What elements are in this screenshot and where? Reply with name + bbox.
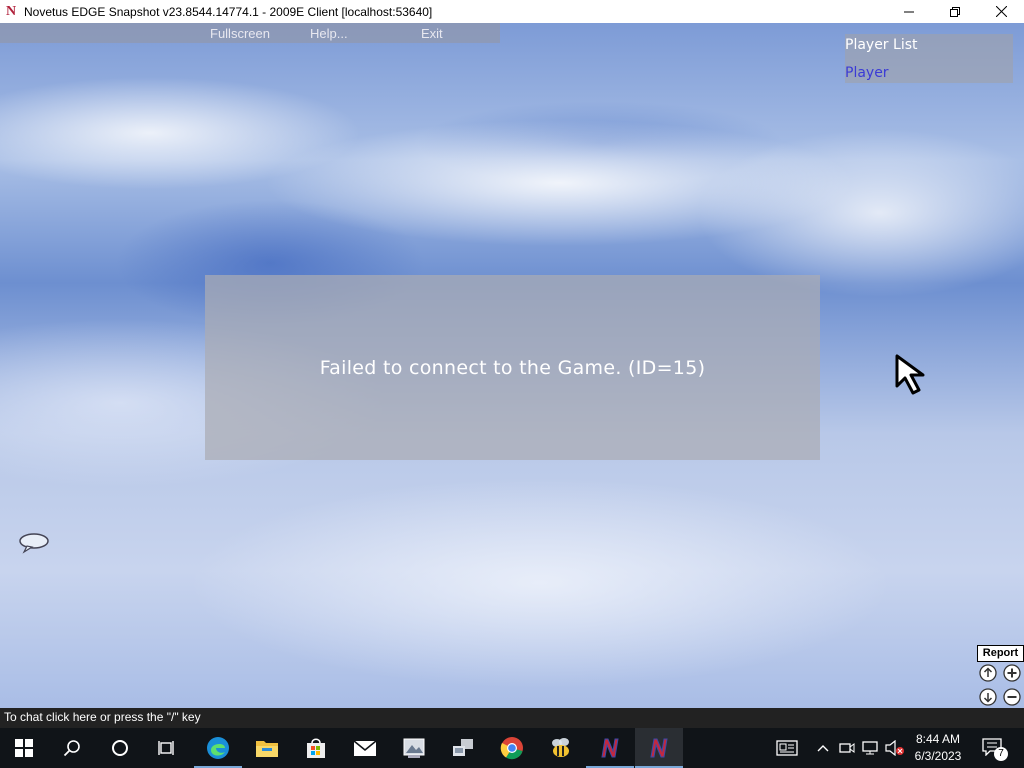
player-list-header: Player List [845,37,918,53]
task-view-button[interactable] [144,728,192,768]
restore-icon [950,6,960,17]
window-titlebar: N Novetus EDGE Snapshot v23.8544.14774.1… [0,0,1024,23]
notification-badge: 7 [994,747,1008,761]
novetus-app-icon: N [5,3,17,19]
exit-menu-item[interactable]: Exit [421,26,443,41]
report-button[interactable]: Report [977,645,1024,662]
network-computers-icon [453,739,473,756]
close-icon [995,6,1007,17]
edge-icon [207,737,229,759]
taskbar-bee-app[interactable] [537,728,585,768]
game-viewport[interactable]: Fullscreen Help... Exit Player List Play… [0,23,1024,708]
taskbar-store[interactable] [292,728,340,768]
close-button[interactable] [978,0,1024,23]
taskbar-clock[interactable]: 8:44 AM 6/3/2023 [900,731,976,765]
search-icon [63,740,80,757]
photos-icon [403,738,425,758]
mail-icon [353,740,377,756]
error-message: Failed to connect to the Game. (ID=15) [319,356,706,379]
taskbar-network-app[interactable] [439,728,487,768]
window-title: Novetus EDGE Snapshot v23.8544.14774.1 -… [24,4,433,19]
bee-icon [552,738,569,757]
tray-network[interactable] [860,728,880,768]
help-menu-item[interactable]: Help... [310,26,348,41]
novetus-icon [650,738,668,758]
taskbar-novetus-active[interactable] [635,728,683,768]
tray-overflow-button[interactable] [814,728,832,768]
camera-down-icon[interactable] [979,688,997,706]
tray-news[interactable] [772,728,802,768]
news-icon [776,740,798,756]
notification-center-button[interactable]: 7 [980,728,1008,768]
error-dialog: Failed to connect to the Game. (ID=15) [205,275,820,460]
folder-icon [256,741,278,757]
chat-bar[interactable]: To chat click here or press the "/" key [0,708,1024,728]
novetus-icon [601,738,619,758]
network-icon [862,741,878,755]
zoom-in-icon[interactable] [1003,664,1021,682]
cortana-button[interactable] [96,728,144,768]
fullscreen-menu-item[interactable]: Fullscreen [210,26,270,41]
chrome-icon [500,737,523,760]
clock-time: 8:44 AM [915,732,961,746]
camera-up-icon[interactable] [979,664,997,682]
taskbar-mail[interactable] [341,728,389,768]
clock-date: 6/3/2023 [914,749,962,763]
store-icon [307,738,325,758]
maximize-button[interactable] [932,0,978,23]
tray-meet[interactable] [838,728,856,768]
windows-logo-icon [15,739,33,757]
chat-bubble-icon[interactable] [18,532,50,554]
player-list-panel: Player List Player [845,34,1013,83]
taskbar-photos[interactable] [390,728,438,768]
chevron-up-icon [817,745,829,752]
camera-icon [839,743,855,753]
minimize-button[interactable] [886,0,932,23]
player-list-item[interactable]: Player [845,65,889,81]
windows-taskbar: 8:44 AM 6/3/2023 7 [0,728,1024,768]
taskbar-chrome[interactable] [488,728,536,768]
search-button[interactable] [48,728,96,768]
cortana-icon [112,740,128,756]
taskbar-file-explorer[interactable] [243,728,291,768]
taskbar-novetus[interactable] [586,728,634,768]
start-button[interactable] [0,728,48,768]
task-view-icon [158,741,174,755]
zoom-out-icon[interactable] [1003,688,1021,706]
taskbar-edge[interactable] [194,728,242,768]
chat-hint: To chat click here or press the "/" key [4,710,201,724]
minimize-icon [904,11,914,12]
game-menubar: Fullscreen Help... Exit [0,23,500,43]
mouse-cursor-icon [895,354,925,395]
